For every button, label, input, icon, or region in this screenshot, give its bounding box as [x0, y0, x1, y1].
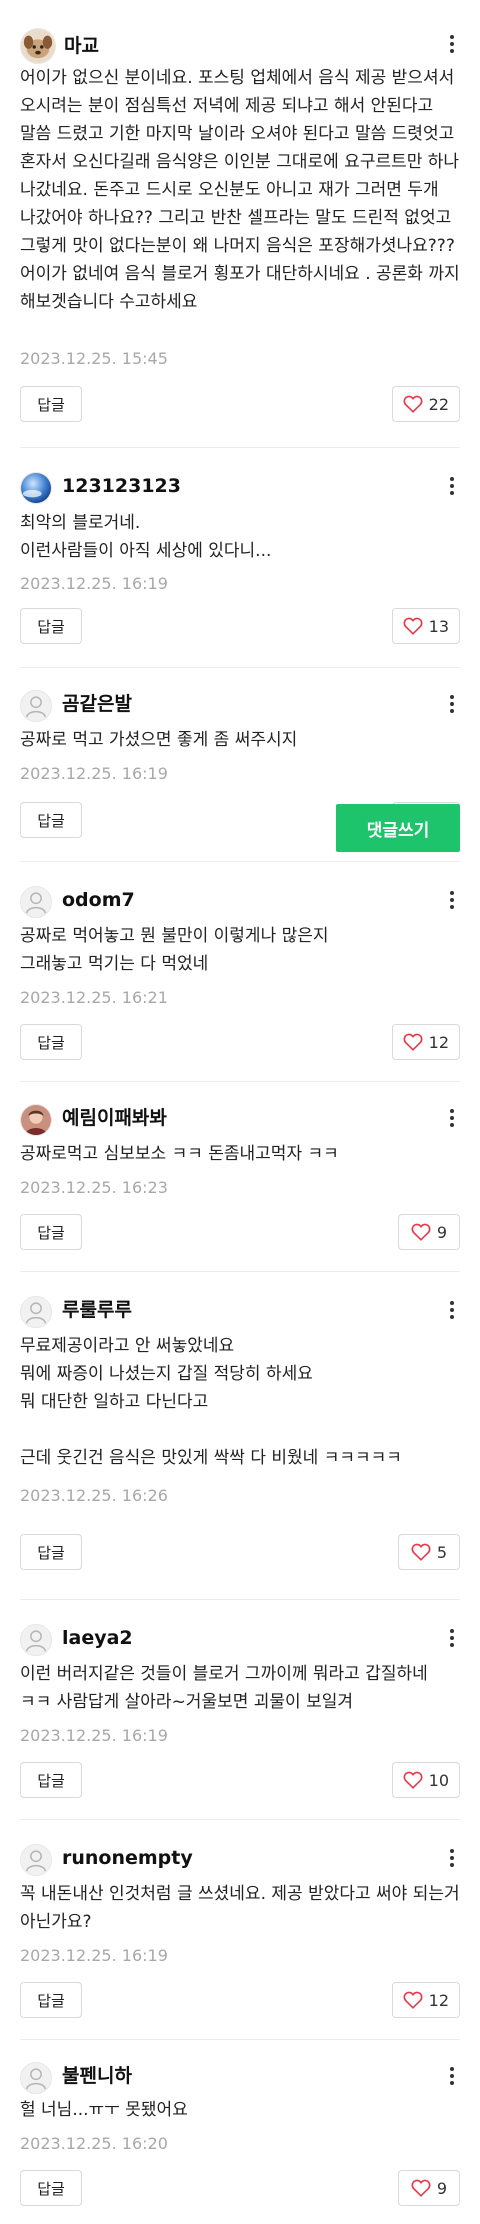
comment-item: 예림이패봐봐 공짜로먹고 심보보소 ㅋㅋ 돈좀내고먹자 ㅋㅋ 2023.12.2…: [0, 1082, 480, 1272]
more-options-icon[interactable]: [444, 1844, 460, 1872]
comment-date: 2023.12.25. 16:19: [20, 1726, 168, 1745]
like-count: 9: [436, 1222, 448, 1242]
reply-button[interactable]: 답글: [20, 1534, 82, 1570]
like-button[interactable]: 12: [391, 1982, 460, 2018]
comment-item: 123123123 최악의 블로거네. 이런사람들이 아직 세상에 있다니...…: [0, 448, 480, 668]
like-button[interactable]: 22: [391, 386, 460, 422]
comment-text: 헐 너님...ㅠㅜ 못됐어요: [20, 2100, 188, 2120]
avatar[interactable]: [20, 472, 52, 504]
like-button[interactable]: 5: [398, 1534, 460, 1570]
author-name[interactable]: 예림이패봐봐: [62, 1104, 167, 1132]
sky-avatar-icon: [21, 473, 51, 503]
comment-text: 이런 버러지같은 것들이 블로거 그까이께 뭐라고 갑질하네 ㅋㅋ 사람답게 살…: [20, 1664, 434, 1712]
more-options-icon[interactable]: [444, 690, 460, 718]
comment-item: 마교 어이가 없으신 분이네요. 포스팅 업체에서 음식 제공 받으셔서 오시려…: [0, 0, 480, 448]
like-count: 22: [428, 394, 449, 414]
comment-date: 2023.12.25. 16:23: [20, 1178, 168, 1197]
author-name[interactable]: odom7: [62, 886, 135, 914]
default-avatar-icon: [21, 1297, 51, 1327]
more-options-icon[interactable]: [444, 30, 460, 58]
more-options-icon[interactable]: [444, 1624, 460, 1652]
more-options-icon[interactable]: [444, 886, 460, 914]
heart-icon: [411, 1223, 431, 1241]
avatar[interactable]: [20, 690, 52, 722]
avatar[interactable]: [20, 886, 52, 918]
default-avatar-icon: [21, 2063, 51, 2093]
comment-text: 꼭 내돈내산 인것처럼 글 쓰셨네요. 제공 받았다고 써야 되는거 아닌가요?: [20, 1884, 466, 1932]
comment-date: 2023.12.25. 16:19: [20, 574, 168, 593]
reply-button[interactable]: 답글: [20, 608, 82, 644]
comment-item: 불펜니하 헐 너님...ㅠㅜ 못됐어요 2023.12.25. 16:20 답글…: [0, 2040, 480, 2224]
comment-item: odom7 공짜로 먹어놓고 뭔 불만이 이렇게나 많은지 그래놓고 먹기는 다…: [0, 862, 480, 1082]
author-name[interactable]: 곰같은발: [62, 690, 132, 718]
avatar[interactable]: [20, 1624, 52, 1656]
reply-button[interactable]: 답글: [20, 1982, 82, 2018]
comment-text: 무료제공이라고 안 써놓았네요 뭐에 짜증이 나셨는지 갑질 적당히 하세요 뭐…: [20, 1336, 402, 1468]
reply-button[interactable]: 답글: [20, 386, 82, 422]
heart-icon: [411, 1543, 431, 1561]
comment-item: 루룰루루 무료제공이라고 안 써놓았네요 뭐에 짜증이 나셨는지 갑질 적당히 …: [0, 1272, 480, 1600]
comment-text: 공짜로먹고 심보보소 ㅋㅋ 돈좀내고먹자 ㅋㅋ: [20, 1144, 339, 1164]
like-button[interactable]: 9: [398, 1214, 460, 1250]
author-name[interactable]: 123123123: [62, 472, 181, 500]
comment-item: runonempty 꼭 내돈내산 인것처럼 글 쓰셨네요. 제공 받았다고 써…: [0, 1820, 480, 2040]
like-button[interactable]: 12: [391, 1024, 460, 1060]
comment-date: 2023.12.25. 16:26: [20, 1486, 168, 1505]
reply-button[interactable]: 답글: [20, 802, 82, 838]
comment-date: 2023.12.25. 16:19: [20, 764, 168, 783]
like-count: 9: [436, 2178, 448, 2198]
reply-button[interactable]: 답글: [20, 1762, 82, 1798]
avatar[interactable]: [20, 1844, 52, 1876]
more-options-icon[interactable]: [444, 1104, 460, 1132]
like-count: 12: [428, 1990, 449, 2010]
heart-icon: [403, 1771, 423, 1789]
heart-icon: [403, 395, 423, 413]
like-button[interactable]: 13: [391, 608, 460, 644]
like-button[interactable]: 9: [398, 2170, 460, 2206]
comment-date: 2023.12.25. 15:45: [20, 349, 168, 368]
avatar[interactable]: [20, 1296, 52, 1328]
comment-text: 공짜로 먹어놓고 뭔 불만이 이렇게나 많은지 그래놓고 먹기는 다 먹었네: [20, 926, 329, 974]
default-avatar-icon: [21, 887, 51, 917]
write-comment-button[interactable]: 댓글쓰기: [336, 804, 460, 852]
comment-text: 공짜로 먹고 가셨으면 좋게 좀 써주시지: [20, 730, 298, 750]
reply-button[interactable]: 답글: [20, 1214, 82, 1250]
reply-button[interactable]: 답글: [20, 1024, 82, 1060]
comment-date: 2023.12.25. 16:21: [20, 988, 168, 1007]
more-options-icon[interactable]: [444, 472, 460, 500]
author-name[interactable]: runonempty: [62, 1844, 193, 1872]
avatar[interactable]: [20, 1104, 52, 1136]
comment-date: 2023.12.25. 16:20: [20, 2134, 168, 2153]
like-button[interactable]: 10: [391, 1762, 460, 1798]
author-name[interactable]: laeya2: [62, 1624, 133, 1652]
default-avatar-icon: [21, 1845, 51, 1875]
dog-avatar-icon: [21, 29, 55, 63]
like-count: 5: [436, 1542, 448, 1562]
like-count: 12: [428, 1032, 449, 1052]
heart-icon: [411, 2179, 431, 2197]
person-avatar-icon: [21, 1105, 51, 1135]
reply-button[interactable]: 답글: [20, 2170, 82, 2206]
avatar[interactable]: [20, 28, 56, 64]
author-name[interactable]: 마교: [64, 32, 99, 60]
default-avatar-icon: [21, 1625, 51, 1655]
like-count: 13: [428, 616, 449, 636]
more-options-icon[interactable]: [444, 2062, 460, 2090]
heart-icon: [403, 617, 423, 635]
comment-date: 2023.12.25. 16:19: [20, 1946, 168, 1965]
default-avatar-icon: [21, 691, 51, 721]
avatar[interactable]: [20, 2062, 52, 2094]
more-options-icon[interactable]: [444, 1296, 460, 1324]
heart-icon: [403, 1991, 423, 2009]
author-name[interactable]: 불펜니하: [62, 2062, 132, 2090]
comment-text: 어이가 없으신 분이네요. 포스팅 업체에서 음식 제공 받으셔서 오시려는 분…: [20, 68, 466, 312]
comment-text: 최악의 블로거네. 이런사람들이 아직 세상에 있다니...: [20, 513, 272, 561]
comment-item: laeya2 이런 버러지같은 것들이 블로거 그까이께 뭐라고 갑질하네 ㅋㅋ…: [0, 1600, 480, 1820]
author-name[interactable]: 루룰루루: [62, 1296, 132, 1324]
heart-icon: [403, 1033, 423, 1051]
like-count: 10: [428, 1770, 449, 1790]
